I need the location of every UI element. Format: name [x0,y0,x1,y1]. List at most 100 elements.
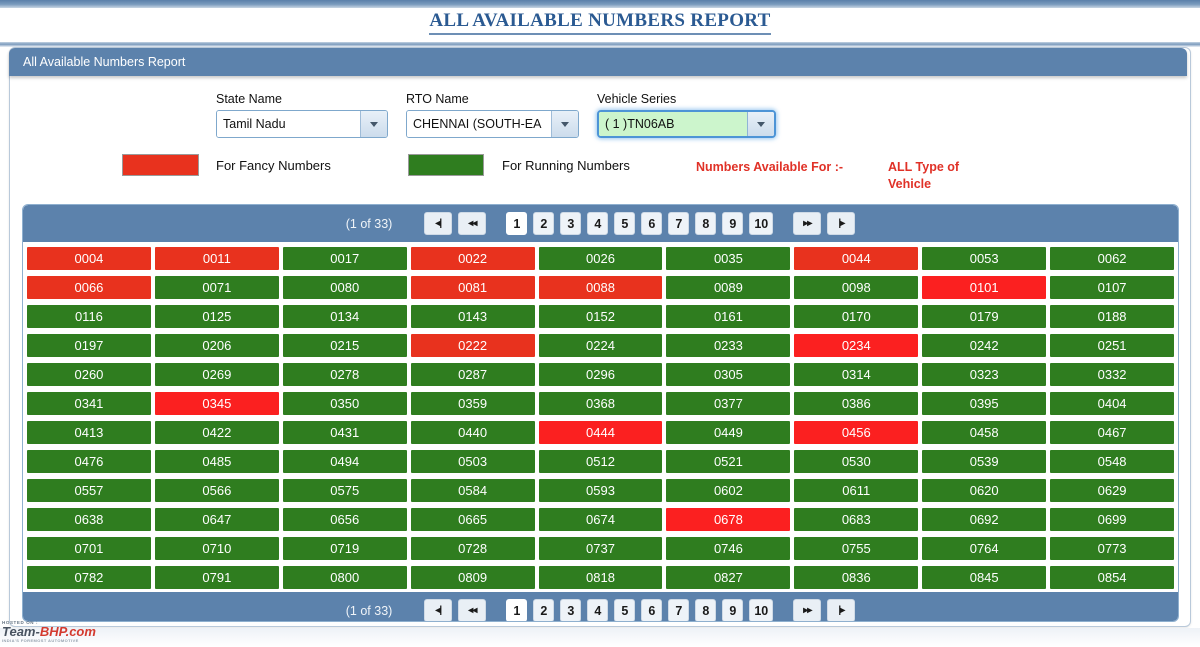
pager-bottom-page-3[interactable]: 3 [560,599,582,621]
number-cell[interactable]: 0125 [154,305,279,328]
pager-top-last-button[interactable]: |▸ [827,212,856,235]
number-cell[interactable]: 0377 [666,392,791,415]
number-cell[interactable]: 0081 [410,276,535,299]
number-cell[interactable]: 0647 [154,508,279,531]
number-cell[interactable]: 0512 [538,450,663,473]
number-cell[interactable]: 0629 [1050,479,1175,502]
number-cell[interactable]: 0791 [154,566,279,589]
number-cell[interactable]: 0088 [538,276,663,299]
number-cell[interactable]: 0467 [1050,421,1175,444]
number-cell[interactable]: 0620 [922,479,1047,502]
number-cell[interactable]: 0854 [1050,566,1175,589]
number-cell[interactable]: 0575 [282,479,407,502]
number-cell[interactable]: 0233 [666,334,791,357]
pager-top-first-button[interactable]: ◂| [424,212,453,235]
number-cell[interactable]: 0035 [666,247,791,270]
number-cell[interactable]: 0530 [794,450,919,473]
pager-top-next-button[interactable]: ▸▸ [793,212,822,235]
number-cell[interactable]: 0224 [538,334,663,357]
pager-top-page-9[interactable]: 9 [722,212,744,235]
pager-bottom-page-1[interactable]: 1 [506,599,528,621]
rto-name-select[interactable]: CHENNAI (SOUTH-EA [406,110,579,138]
number-cell[interactable]: 0044 [794,247,919,270]
number-cell[interactable]: 0197 [27,334,151,357]
pager-bottom-page-8[interactable]: 8 [695,599,717,621]
number-cell[interactable]: 0011 [154,247,279,270]
pager-bottom-page-4[interactable]: 4 [587,599,609,621]
number-cell[interactable]: 0485 [154,450,279,473]
number-cell[interactable]: 0004 [27,247,151,270]
pager-bottom-prev-button[interactable]: ◂◂ [458,599,487,621]
number-cell[interactable]: 0269 [154,363,279,386]
number-cell[interactable]: 0422 [154,421,279,444]
pager-top-page-2[interactable]: 2 [533,212,555,235]
pager-top-page-7[interactable]: 7 [668,212,690,235]
number-cell[interactable]: 0638 [27,508,151,531]
number-cell[interactable]: 0557 [27,479,151,502]
number-cell[interactable]: 0836 [794,566,919,589]
number-cell[interactable]: 0066 [27,276,151,299]
rto-name-dropdown-arrow[interactable] [551,111,578,137]
number-cell[interactable]: 0305 [666,363,791,386]
number-cell[interactable]: 0800 [282,566,407,589]
number-cell[interactable]: 0323 [922,363,1047,386]
number-cell[interactable]: 0071 [154,276,279,299]
pager-top-prev-button[interactable]: ◂◂ [458,212,487,235]
pager-top-page-6[interactable]: 6 [641,212,663,235]
number-cell[interactable]: 0699 [1050,508,1175,531]
number-cell[interactable]: 0152 [538,305,663,328]
number-cell[interactable]: 0215 [282,334,407,357]
number-cell[interactable]: 0665 [410,508,535,531]
number-cell[interactable]: 0456 [794,421,919,444]
number-cell[interactable]: 0296 [538,363,663,386]
number-cell[interactable]: 0287 [410,363,535,386]
number-cell[interactable]: 0476 [27,450,151,473]
number-cell[interactable]: 0818 [538,566,663,589]
number-cell[interactable]: 0368 [538,392,663,415]
number-cell[interactable]: 0539 [922,450,1047,473]
pager-bottom-page-7[interactable]: 7 [668,599,690,621]
pager-bottom-page-5[interactable]: 5 [614,599,636,621]
number-cell[interactable]: 0080 [282,276,407,299]
number-cell[interactable]: 0234 [794,334,919,357]
number-cell[interactable]: 0809 [410,566,535,589]
number-cell[interactable]: 0188 [1050,305,1175,328]
number-cell[interactable]: 0444 [538,421,663,444]
number-cell[interactable]: 0692 [922,508,1047,531]
number-cell[interactable]: 0431 [282,421,407,444]
number-cell[interactable]: 0341 [27,392,151,415]
number-cell[interactable]: 0683 [794,508,919,531]
number-cell[interactable]: 0017 [282,247,407,270]
pager-top-page-10[interactable]: 10 [749,212,774,235]
number-cell[interactable]: 0170 [794,305,919,328]
number-cell[interactable]: 0494 [282,450,407,473]
number-cell[interactable]: 0611 [794,479,919,502]
vehicle-series-select[interactable]: ( 1 )TN06AB [597,110,776,138]
number-cell[interactable]: 0602 [666,479,791,502]
number-cell[interactable]: 0782 [27,566,151,589]
pager-top-page-5[interactable]: 5 [614,212,636,235]
number-cell[interactable]: 0521 [666,450,791,473]
number-cell[interactable]: 0022 [410,247,535,270]
number-cell[interactable]: 0345 [154,392,279,415]
number-cell[interactable]: 0206 [154,334,279,357]
number-cell[interactable]: 0260 [27,363,151,386]
pager-bottom-last-button[interactable]: |▸ [827,599,856,621]
number-cell[interactable]: 0413 [27,421,151,444]
number-cell[interactable]: 0101 [922,276,1047,299]
number-cell[interactable]: 0404 [1050,392,1175,415]
number-cell[interactable]: 0053 [922,247,1047,270]
pager-bottom-page-10[interactable]: 10 [749,599,774,621]
number-cell[interactable]: 0737 [538,537,663,560]
number-cell[interactable]: 0386 [794,392,919,415]
number-cell[interactable]: 0143 [410,305,535,328]
number-cell[interactable]: 0222 [410,334,535,357]
number-cell[interactable]: 0746 [666,537,791,560]
number-cell[interactable]: 0026 [538,247,663,270]
pager-top-page-4[interactable]: 4 [587,212,609,235]
state-name-select[interactable]: Tamil Nadu [216,110,388,138]
number-cell[interactable]: 0350 [282,392,407,415]
number-cell[interactable]: 0728 [410,537,535,560]
number-cell[interactable]: 0458 [922,421,1047,444]
pager-bottom-page-2[interactable]: 2 [533,599,555,621]
